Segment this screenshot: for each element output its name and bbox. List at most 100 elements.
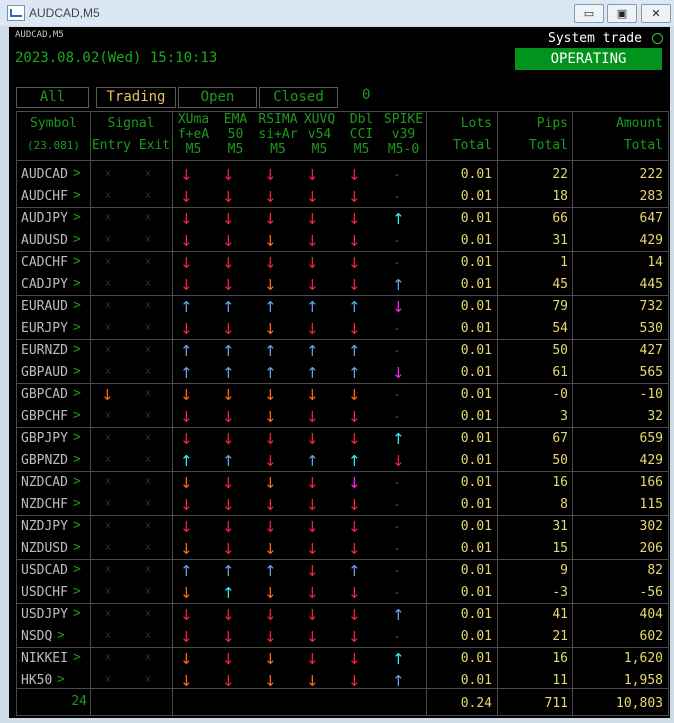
symbol-label[interactable]: GBPCAD (21, 387, 68, 402)
chevron-right-icon[interactable]: > (73, 298, 81, 313)
table-row[interactable]: GBPAUD > x x ↑ ↑ ↑ ↑ ↑ ↓ 0.01 61 565 (17, 362, 668, 384)
arrow-down-icon: ↓ (264, 584, 277, 602)
symbol-label[interactable]: GBPAUD (21, 365, 68, 380)
filter-all-button[interactable]: All (16, 87, 89, 108)
col-spike-3: M5-0 (387, 142, 420, 157)
chevron-right-icon[interactable]: > (73, 518, 81, 533)
chevron-right-icon[interactable]: > (73, 254, 81, 269)
table-row[interactable]: GBPNZD > x x ↑ ↑ ↓ ↑ ↑ ↓ 0.01 50 429 (17, 450, 668, 472)
table-row[interactable]: NIKKEI > x x ↓ ↓ ↓ ↓ ↓ ↑ 0.01 16 1,620 (17, 648, 668, 670)
chevron-right-icon[interactable]: > (73, 320, 81, 335)
col-pips[interactable]: Pips (497, 117, 568, 131)
chevron-right-icon[interactable]: > (73, 188, 81, 203)
col-amount[interactable]: Amount (572, 117, 663, 131)
table-row[interactable]: CADCHF > x x ↓ ↓ ↓ ↓ ↓ - 0.01 1 14 (17, 252, 668, 274)
chevron-right-icon[interactable]: > (73, 562, 81, 577)
table-row[interactable]: USDCAD > x x ↑ ↑ ↑ ↓ ↑ - 0.01 9 82 (17, 560, 668, 582)
symbol-label[interactable]: AUDJPY (21, 211, 68, 226)
table-row[interactable]: EURAUD > x x ↑ ↑ ↑ ↑ ↑ ↓ 0.01 79 732 (17, 296, 668, 318)
table-row[interactable]: NZDCAD > x x ↓ ↓ ↓ ↓ ↓ - 0.01 16 166 (17, 472, 668, 494)
col-lots[interactable]: Lots (426, 117, 492, 131)
minimize-button[interactable]: ▭ (574, 4, 604, 23)
col-xuma[interactable]: XUma (172, 113, 215, 127)
chevron-right-icon[interactable]: > (73, 606, 81, 621)
symbol-label[interactable]: NZDUSD (21, 541, 68, 556)
chevron-right-icon[interactable]: > (57, 672, 65, 687)
symbol-label[interactable]: CADCHF (21, 255, 68, 270)
title-bar[interactable]: AUDCAD,M5 ▭ ▣ ✕ (0, 0, 674, 26)
table-row[interactable]: AUDUSD > x x ↓ ↓ ↓ ↓ ↓ - 0.01 31 429 (17, 230, 668, 252)
col-spike[interactable]: SPIKE (381, 113, 426, 127)
table-row[interactable]: NZDCHF > x x ↓ ↓ ↓ ↓ ↓ - 0.01 8 115 (17, 494, 668, 516)
symbol-label[interactable]: AUDCHF (21, 189, 68, 204)
symbol-label[interactable]: NZDJPY (21, 519, 68, 534)
table-row[interactable]: USDCHF > x x ↓ ↑ ↓ ↓ ↓ - 0.01 -3 -56 (17, 582, 668, 604)
chevron-right-icon[interactable]: > (73, 232, 81, 247)
col-xuvq[interactable]: XUVQ (298, 113, 341, 127)
symbol-label[interactable]: NIKKEI (21, 651, 68, 666)
table-row[interactable]: NZDJPY > x x ↓ ↓ ↓ ↓ ↓ - 0.01 31 302 (17, 516, 668, 538)
symbol-label[interactable]: EURJPY (21, 321, 68, 336)
symbol-label[interactable]: AUDUSD (21, 233, 68, 248)
table-row[interactable]: GBPCHF > x x ↓ ↓ ↓ ↓ ↓ - 0.01 3 32 (17, 406, 668, 428)
filter-trading-button[interactable]: Trading (96, 87, 176, 108)
table-row[interactable]: AUDCAD > x x ↓ ↓ ↓ ↓ ↓ -0.01 22 222 (17, 164, 668, 186)
chevron-right-icon[interactable]: > (73, 342, 81, 357)
symbol-label[interactable]: EURAUD (21, 299, 68, 314)
arrow-up-icon: ↑ (180, 298, 193, 316)
table-row[interactable]: AUDCHF > x x ↓ ↓ ↓ ↓ ↓ - 0.01 18 283 (17, 186, 668, 208)
table-row[interactable]: HK50 > x x ↓ ↓ ↓ ↓ ↓ ↑ 0.01 11 1,958 (17, 670, 668, 692)
chevron-right-icon[interactable]: > (73, 386, 81, 401)
chevron-right-icon[interactable]: > (73, 430, 81, 445)
close-button[interactable]: ✕ (641, 4, 671, 23)
arrow-down-icon: ↓ (264, 276, 277, 294)
table-row[interactable]: AUDJPY > x x ↓ ↓ ↓ ↓ ↓ ↑ 0.01 66 647 (17, 208, 668, 230)
symbol-label[interactable]: AUDCAD (21, 167, 68, 182)
chevron-right-icon[interactable]: > (73, 496, 81, 511)
chevron-right-icon[interactable]: > (73, 408, 81, 423)
symbol-label[interactable]: NSDQ (21, 629, 52, 644)
col-rsima[interactable]: RSIMA (254, 113, 302, 127)
table-row[interactable]: GBPJPY > x x ↓ ↓ ↓ ↓ ↓ ↑ 0.01 67 659 (17, 428, 668, 450)
symbol-label[interactable]: GBPJPY (21, 431, 68, 446)
symbol-label[interactable]: USDCAD (21, 563, 68, 578)
chevron-right-icon[interactable]: > (73, 276, 81, 291)
table-row[interactable]: EURNZD > x x ↑ ↑ ↑ ↑ ↑ - 0.01 50 427 (17, 340, 668, 362)
chevron-right-icon[interactable]: > (73, 540, 81, 555)
col-dblcci[interactable]: Dbl (340, 113, 383, 127)
table-row[interactable]: EURJPY > x x ↓ ↓ ↓ ↓ ↓ - 0.01 54 530 (17, 318, 668, 340)
symbol-label[interactable]: USDCHF (21, 585, 68, 600)
chevron-right-icon[interactable]: > (73, 210, 81, 225)
filter-closed-button[interactable]: Closed (259, 87, 338, 108)
table-row[interactable]: GBPCAD > ↓ x ↓ ↓ ↓ ↓ ↓ - 0.01 -0 -10 (17, 384, 668, 406)
filter-open-button[interactable]: Open (178, 87, 257, 108)
table-row[interactable]: NSDQ > x x ↓ ↓ ↓ ↓ ↓ - 0.01 21 602 (17, 626, 668, 648)
table-row[interactable]: CADJPY > x x ↓ ↓ ↓ ↓ ↓ ↑ 0.01 45 445 (17, 274, 668, 296)
arrow-down-icon: ↓ (264, 518, 277, 536)
symbol-label[interactable]: HK50 (21, 673, 52, 688)
symbol-label[interactable]: GBPCHF (21, 409, 68, 424)
chevron-right-icon[interactable]: > (73, 452, 81, 467)
chevron-right-icon[interactable]: > (73, 364, 81, 379)
status-badge[interactable]: OPERATING (515, 48, 662, 70)
col-symbol[interactable]: Symbol (17, 117, 90, 131)
symbol-label[interactable]: GBPNZD (21, 453, 68, 468)
arrow-up-icon: ↑ (306, 298, 319, 316)
table-row[interactable]: NZDUSD > x x ↓ ↓ ↓ ↓ ↓ - 0.01 15 206 (17, 538, 668, 560)
table-row[interactable]: USDJPY > x x ↓ ↓ ↓ ↓ ↓ ↑ 0.01 41 404 (17, 604, 668, 626)
symbol-label[interactable]: CADJPY (21, 277, 68, 292)
col-ema[interactable]: EMA (214, 113, 257, 127)
symbol-label[interactable]: NZDCHF (21, 497, 68, 512)
arrow-down-icon: ↓ (348, 474, 361, 492)
chevron-right-icon[interactable]: > (73, 650, 81, 665)
symbol-label[interactable]: NZDCAD (21, 475, 68, 490)
col-amount-sub: Total (623, 138, 663, 153)
chevron-right-icon[interactable]: > (73, 584, 81, 599)
chevron-right-icon[interactable]: > (57, 628, 65, 643)
restore-button[interactable]: ▣ (607, 4, 637, 23)
chevron-right-icon[interactable]: > (73, 166, 81, 181)
symbol-label[interactable]: USDJPY (21, 607, 68, 622)
col-signal[interactable]: Signal (90, 117, 172, 131)
chevron-right-icon[interactable]: > (73, 474, 81, 489)
symbol-label[interactable]: EURNZD (21, 343, 68, 358)
